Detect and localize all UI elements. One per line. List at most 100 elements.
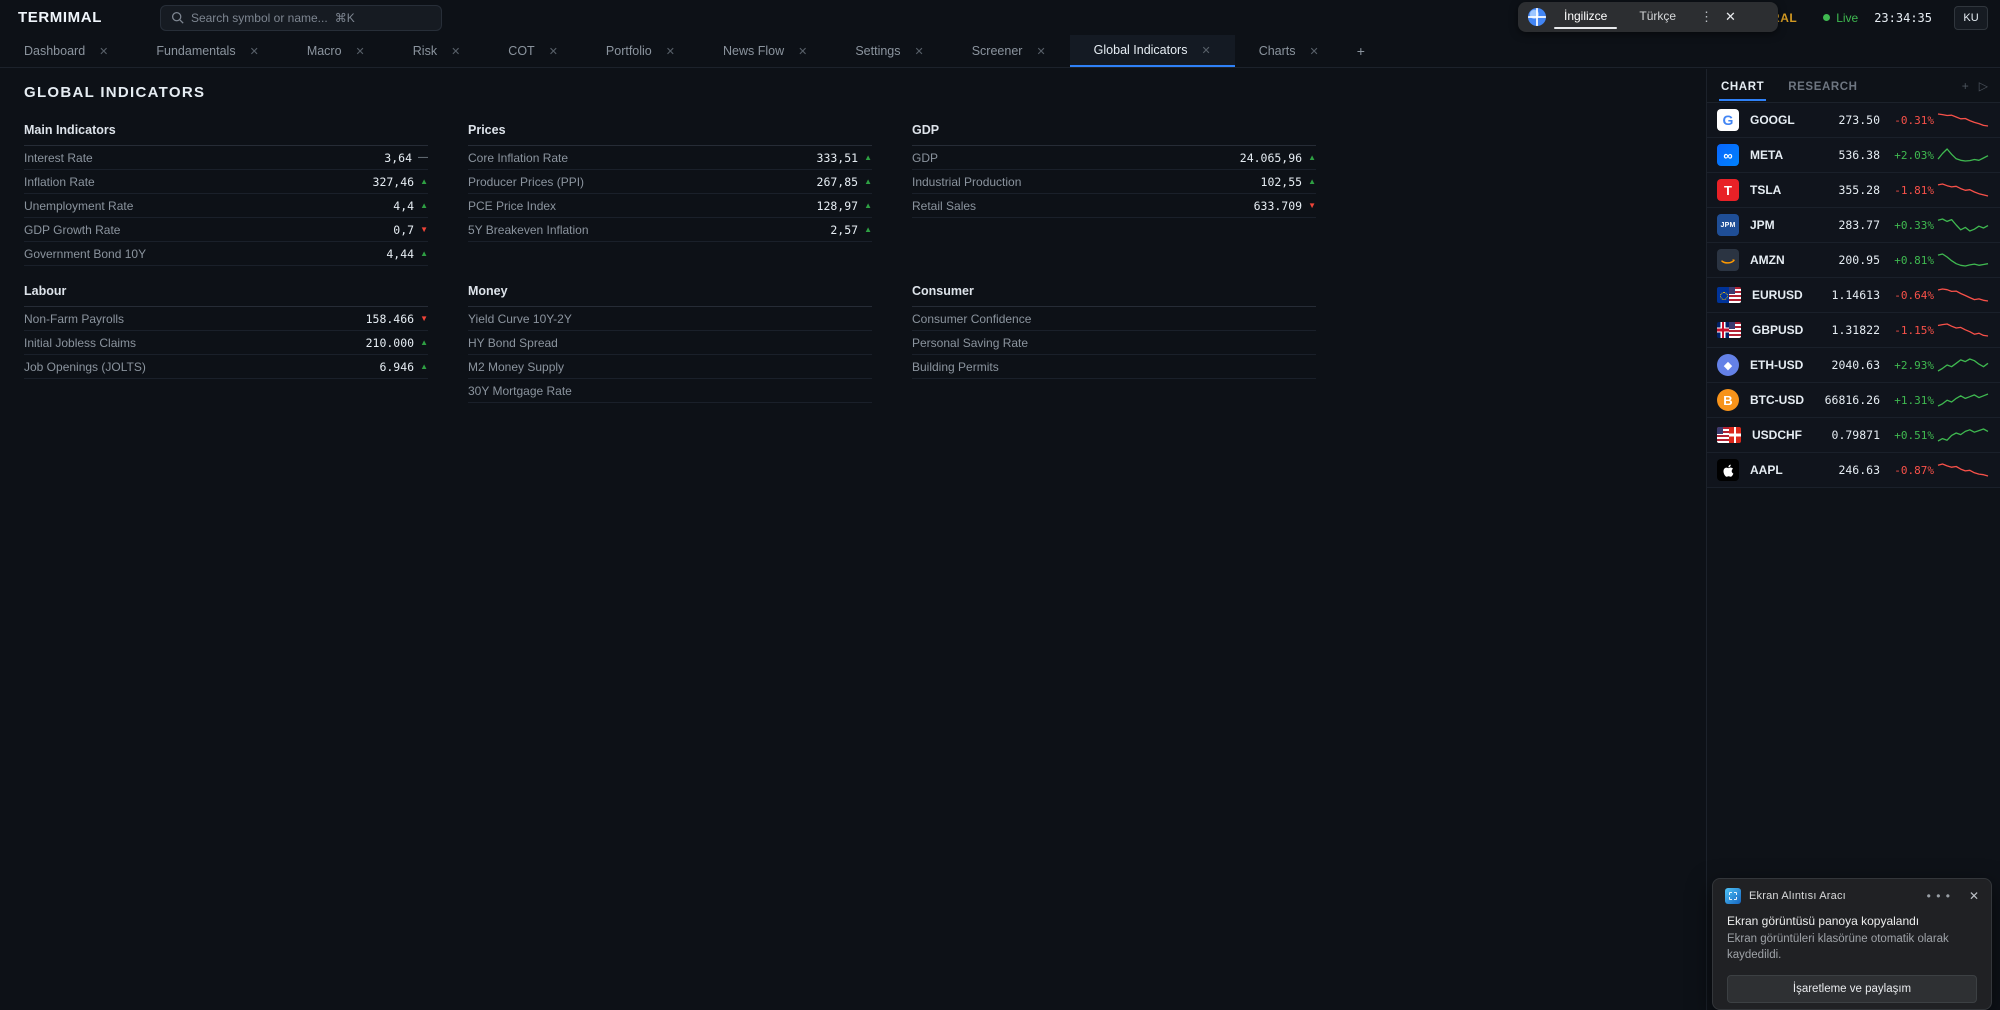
- indicator-row[interactable]: Building Permits: [912, 355, 1316, 379]
- indicator-row[interactable]: Unemployment Rate4,4▲: [24, 194, 428, 218]
- search-icon: [171, 11, 184, 24]
- tab-close-icon[interactable]: ✕: [250, 45, 259, 58]
- tab-dashboard[interactable]: Dashboard ✕: [0, 35, 132, 67]
- watchlist-row-meta[interactable]: ∞META536.38+2.03%: [1707, 138, 2000, 173]
- user-avatar[interactable]: KU: [1954, 6, 1988, 30]
- ticker-symbol: BTC-USD: [1750, 393, 1814, 407]
- search-input[interactable]: Search symbol or name... ⌘K: [160, 5, 442, 31]
- indicator-value: 3,64—: [384, 151, 428, 165]
- indicator-row[interactable]: Government Bond 10Y4,44▲: [24, 242, 428, 266]
- tab-label: Screener: [972, 44, 1023, 58]
- indicator-row[interactable]: 5Y Breakeven Inflation2,57▲: [468, 218, 872, 242]
- tab-portfolio[interactable]: Portfolio✕: [582, 35, 699, 67]
- indicator-row[interactable]: Non-Farm Payrolls158.466▼: [24, 307, 428, 331]
- indicator-row[interactable]: Consumer Confidence: [912, 307, 1316, 331]
- tab-close-icon[interactable]: ✕: [356, 45, 365, 58]
- watchlist-row-googl[interactable]: GGOOGL273.50-0.31%: [1707, 103, 2000, 138]
- notification-close-icon[interactable]: ✕: [1969, 889, 1979, 903]
- translate-globe-icon: [1528, 8, 1546, 26]
- tab-research[interactable]: RESEARCH: [1786, 72, 1859, 100]
- indicator-row[interactable]: GDP Growth Rate0,7▼: [24, 218, 428, 242]
- watchlist-expand-icon[interactable]: ▷: [1979, 79, 1988, 93]
- tab-close-icon[interactable]: ✕: [1201, 44, 1210, 57]
- section-title: GDP: [912, 123, 1316, 146]
- sparkline-chart: [1936, 461, 1990, 479]
- tab-macro[interactable]: Macro ✕: [283, 35, 389, 67]
- indicator-label: 30Y Mortgage Rate: [468, 384, 572, 398]
- watchlist-row-usdchf[interactable]: USDCHF0.79871+0.51%: [1707, 418, 2000, 453]
- indicator-row[interactable]: Job Openings (JOLTS)6.946▲: [24, 355, 428, 379]
- meta-logo-icon: ∞: [1717, 144, 1739, 166]
- tab-charts[interactable]: Charts ✕: [1235, 35, 1343, 67]
- indicator-row[interactable]: PCE Price Index128,97▲: [468, 194, 872, 218]
- indicator-row[interactable]: 30Y Mortgage Rate: [468, 379, 872, 403]
- indicator-row[interactable]: Personal Saving Rate: [912, 331, 1316, 355]
- indicator-row[interactable]: GDP24.065,96▲: [912, 146, 1316, 170]
- watchlist-row-tsla[interactable]: TTSLA355.28-1.81%: [1707, 173, 2000, 208]
- notification-submessage: Ekran görüntüleri klasörüne otomatik ola…: [1727, 932, 1977, 963]
- ticker-change: -0.64%: [1880, 289, 1934, 302]
- ticker-price: 273.50: [1814, 113, 1880, 127]
- indicator-row[interactable]: Industrial Production102,55▲: [912, 170, 1316, 194]
- translate-menu-icon[interactable]: ⋮: [1694, 9, 1719, 25]
- ethereum-logo-icon: ◆: [1717, 354, 1739, 376]
- indicator-label: Non-Farm Payrolls: [24, 312, 124, 326]
- sparkline-chart: [1936, 356, 1990, 374]
- watchlist-row-eurusd[interactable]: EURUSD1.14613-0.64%: [1707, 278, 2000, 313]
- translate-lang-turkish[interactable]: Türkçe: [1625, 5, 1690, 29]
- tab-close-icon[interactable]: ✕: [549, 45, 558, 58]
- tab-close-icon[interactable]: ✕: [915, 45, 924, 58]
- ticker-symbol: META: [1750, 148, 1814, 162]
- tab-close-icon[interactable]: ✕: [1310, 45, 1319, 58]
- tab-label: Macro: [307, 44, 342, 58]
- watchlist-row-eth-usd[interactable]: ◆ETH-USD2040.63+2.93%: [1707, 348, 2000, 383]
- ticker-price: 355.28: [1814, 183, 1880, 197]
- tab-label: Charts: [1259, 44, 1296, 58]
- tab-close-icon[interactable]: ✕: [666, 45, 675, 58]
- amazon-logo-icon: [1717, 249, 1739, 271]
- translate-close-icon[interactable]: ✕: [1723, 9, 1742, 25]
- tab-close-icon[interactable]: ✕: [99, 45, 108, 58]
- watchlist-row-jpm[interactable]: JPMJPM283.77+0.33%: [1707, 208, 2000, 243]
- indicator-row[interactable]: HY Bond Spread: [468, 331, 872, 355]
- section-consumer: ConsumerConsumer ConfidencePersonal Savi…: [912, 284, 1316, 379]
- tesla-logo-icon: T: [1717, 179, 1739, 201]
- indicator-row[interactable]: Inflation Rate327,46▲: [24, 170, 428, 194]
- translate-lang-english[interactable]: İngilizce: [1550, 5, 1621, 29]
- tab-bar: Dashboard✕Fundamentals✕Macro✕Risk✕COT✕Po…: [0, 35, 2000, 68]
- tab-settings[interactable]: Settings✕: [831, 35, 947, 67]
- watchlist-row-btc-usd[interactable]: BBTC-USD66816.26+1.31%: [1707, 383, 2000, 418]
- tab-risk[interactable]: Risk✕: [389, 35, 485, 67]
- indicator-row[interactable]: Producer Prices (PPI)267,85▲: [468, 170, 872, 194]
- ticker-symbol: AAPL: [1750, 463, 1814, 477]
- tab-close-icon[interactable]: ✕: [451, 45, 460, 58]
- tab-cot[interactable]: COT✕: [484, 35, 582, 67]
- indicator-grid: Main IndicatorsInterest Rate3,64—Inflati…: [24, 123, 1316, 403]
- indicator-row[interactable]: Retail Sales633.709▼: [912, 194, 1316, 218]
- indicator-row[interactable]: Core Inflation Rate333,51▲: [468, 146, 872, 170]
- section-title: Consumer: [912, 284, 1316, 307]
- tab-screener[interactable]: Screener ✕: [948, 35, 1070, 67]
- watchlist-row-amzn[interactable]: AMZN200.95+0.81%: [1707, 243, 2000, 278]
- indicator-row[interactable]: Initial Jobless Claims210.000▲: [24, 331, 428, 355]
- indicator-row[interactable]: Interest Rate3,64—: [24, 146, 428, 170]
- tab-fundamentals[interactable]: Fundamentals✕: [132, 35, 282, 67]
- ticker-change: -1.81%: [1880, 184, 1934, 197]
- section-labour: LabourNon-Farm Payrolls158.466▼Initial J…: [24, 284, 428, 379]
- ticker-change: +0.81%: [1880, 254, 1934, 267]
- watchlist-row-aapl[interactable]: AAPL246.63-0.87%: [1707, 453, 2000, 488]
- tab-news-flow[interactable]: News Flow✕: [699, 35, 831, 67]
- ticker-price: 200.95: [1814, 253, 1880, 267]
- tab-chart[interactable]: CHART: [1719, 72, 1766, 100]
- tab-close-icon[interactable]: ✕: [798, 45, 807, 58]
- notification-more-icon[interactable]: • • •: [1927, 889, 1951, 903]
- watchlist-add-icon[interactable]: +: [1962, 79, 1969, 93]
- new-tab-button[interactable]: +: [1343, 35, 1379, 67]
- tab-close-icon[interactable]: ✕: [1036, 45, 1045, 58]
- indicator-row[interactable]: Yield Curve 10Y-2Y: [468, 307, 872, 331]
- markup-share-button[interactable]: İşaretleme ve paylaşım: [1727, 975, 1977, 1003]
- tab-label: Dashboard: [24, 44, 85, 58]
- watchlist-row-gbpusd[interactable]: GBPUSD1.31822-1.15%: [1707, 313, 2000, 348]
- tab-global-indicators[interactable]: Global Indicators✕: [1070, 35, 1235, 67]
- indicator-row[interactable]: M2 Money Supply: [468, 355, 872, 379]
